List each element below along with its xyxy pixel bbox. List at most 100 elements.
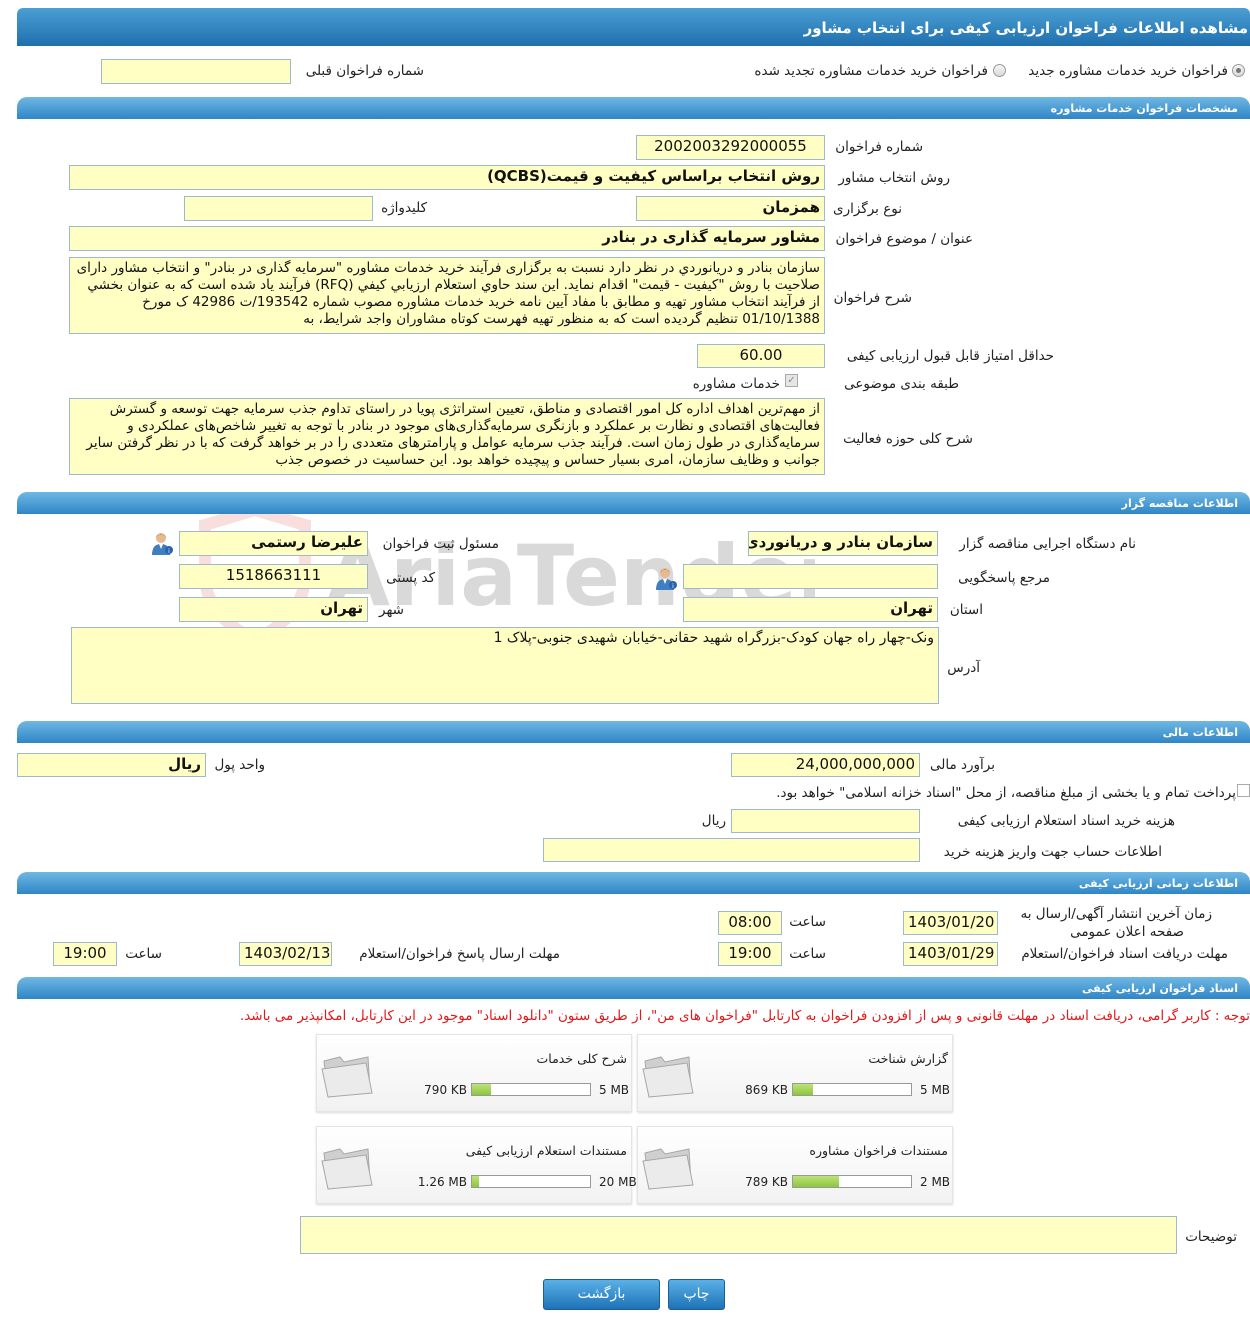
category-checkbox-label: خدمات مشاوره <box>692 376 780 392</box>
section-header-tenderer: اطلاعات مناقصه گزار <box>17 492 1250 514</box>
city-field[interactable]: تهران <box>179 597 368 622</box>
publish-time-field[interactable]: 08:00 <box>718 911 782 935</box>
call-number-field[interactable]: 2002003292000055 <box>636 135 825 160</box>
prev-call-number-label: شماره فراخوان قبلی <box>305 63 424 79</box>
prev-call-number-field[interactable] <box>101 59 291 84</box>
org-label: نام دستگاه اجرایی مناقصه گزار <box>959 536 1136 552</box>
postal-code-label: کد پستی <box>386 570 435 586</box>
folder-icon <box>642 1056 694 1098</box>
registrar-label: مسئول ثبت فراخوان <box>382 536 499 552</box>
description-label: شرح فراخوان <box>833 290 912 306</box>
doc-progress-bar <box>471 1083 591 1096</box>
doc-fee-label: هزینه خرید اسناد استعلام ارزیابی کیفی <box>957 813 1175 829</box>
reference-user-icon[interactable]: i <box>654 566 678 590</box>
radio-renewed-call[interactable] <box>993 64 1006 77</box>
folder-icon <box>321 1148 373 1190</box>
reply-time-field[interactable]: 19:00 <box>53 942 117 966</box>
section-header-documents: اسناد فراخوان ارزیابی کیفی <box>17 977 1250 999</box>
activity-label: شرح کلی حوزه فعالیت <box>843 431 973 447</box>
print-button[interactable]: چاپ <box>668 1279 725 1310</box>
estimate-label: برآورد مالی <box>929 757 995 773</box>
folder-icon <box>642 1148 694 1190</box>
publish-label-line1: زمان آخرین انتشار آگهی/ارسال به <box>1020 906 1212 922</box>
receive-time-field[interactable]: 19:00 <box>718 942 782 966</box>
city-label: شهر <box>379 602 404 618</box>
estimate-field[interactable]: 24,000,000,000 <box>731 753 920 777</box>
holding-type-label: نوع برگزاری <box>833 201 902 217</box>
province-label: استان <box>949 602 983 618</box>
doc-item[interactable]: گزارش شناخت 5 MB 869 KB <box>637 1034 953 1112</box>
doc-file-size: 1.26 MB <box>417 1175 467 1189</box>
activity-field[interactable]: از مهم‌ترین اهداف اداره کل امور اقتصادی … <box>69 398 825 475</box>
treasury-text: پرداخت تمام و یا بخشی از مبلغ مناقصه، از… <box>776 785 1236 801</box>
doc-fee-field[interactable] <box>731 809 920 833</box>
doc-max-size: 5 MB <box>920 1083 951 1097</box>
reply-deadline-label: مهلت ارسال پاسخ فراخوان/استعلام <box>359 946 560 962</box>
reply-time-label: ساعت <box>125 946 162 962</box>
download-notice: توجه : کاربر گرامی، دریافت اسناد در مهلت… <box>239 1008 1250 1024</box>
selection-method-field[interactable]: روش انتخاب براساس کیفیت و قیمت(QCBS) <box>69 165 825 190</box>
selection-method-label: روش انتخاب مشاور <box>838 170 950 186</box>
section-header-specs: مشخصات فراخوان خدمات مشاوره <box>17 97 1250 119</box>
category-checkbox[interactable]: ✓ <box>785 374 798 387</box>
registrar-user-icon[interactable]: i <box>150 531 174 555</box>
publish-time-label: ساعت <box>789 914 826 930</box>
doc-max-size: 2 MB <box>920 1175 951 1189</box>
doc-fee-unit: ریال <box>701 813 726 829</box>
receive-deadline-label: مهلت دریافت اسناد فراخوان/استعلام <box>1021 946 1228 962</box>
radio-new-call-label: فراخوان خرید خدمات مشاوره جدید <box>1028 63 1228 79</box>
doc-item[interactable]: شرح کلی خدمات 5 MB 790 KB <box>316 1034 632 1112</box>
receive-date-field[interactable]: 1403/01/29 <box>903 942 998 966</box>
holding-type-field[interactable]: همزمان <box>636 196 825 221</box>
account-field[interactable] <box>543 838 920 862</box>
section-header-timing: اطلاعات زمانی ارزیابی کیفی <box>17 872 1250 894</box>
notes-label: توضیحات <box>1185 1229 1237 1245</box>
reference-field[interactable] <box>683 564 938 589</box>
treasury-checkbox[interactable] <box>1237 784 1250 797</box>
notes-field[interactable] <box>300 1216 1177 1254</box>
call-number-label: شماره فراخوان <box>835 139 923 155</box>
currency-label: واحد پول <box>214 757 265 773</box>
org-field[interactable]: سازمان بنادر و دریانوردی <box>748 531 938 556</box>
doc-file-size: 790 KB <box>424 1083 467 1097</box>
radio-new-call[interactable] <box>1232 64 1245 77</box>
doc-max-size: 5 MB <box>599 1083 630 1097</box>
doc-title: گزارش شناخت <box>868 1051 948 1066</box>
doc-progress-bar <box>792 1175 912 1188</box>
account-label: اطلاعات حساب جهت واریز هزینه خرید <box>943 844 1162 860</box>
doc-file-size: 789 KB <box>745 1175 788 1189</box>
category-label: طبقه بندی موضوعی <box>844 376 959 392</box>
keyword-field[interactable] <box>184 196 373 221</box>
section-header-financial: اطلاعات مالی <box>17 721 1250 743</box>
doc-title: مستندات استعلام ارزیابی کیفی <box>465 1143 627 1158</box>
doc-item[interactable]: مستندات فراخوان مشاوره 2 MB 789 KB <box>637 1126 953 1204</box>
keyword-label: کلیدواژه <box>381 200 427 216</box>
subject-label: عنوان / موضوع فراخوان <box>835 231 973 247</box>
address-label: آدرس <box>947 660 980 676</box>
receive-time-label: ساعت <box>789 946 826 962</box>
registrar-field[interactable]: علیرضا رستمی <box>179 531 368 556</box>
back-button[interactable]: بازگشت <box>543 1279 660 1310</box>
doc-title: مستندات فراخوان مشاوره <box>809 1143 948 1158</box>
doc-max-size: 20 MB <box>599 1175 637 1189</box>
publish-date-field[interactable]: 1403/01/20 <box>903 911 998 935</box>
min-score-field[interactable]: 60.00 <box>697 344 825 368</box>
publish-label-line2: صفحه اعلان عمومی <box>1070 924 1184 940</box>
province-field[interactable]: تهران <box>683 597 938 622</box>
doc-title: شرح کلی خدمات <box>536 1051 627 1066</box>
doc-item[interactable]: مستندات استعلام ارزیابی کیفی 20 MB 1.26 … <box>316 1126 637 1204</box>
subject-field[interactable]: مشاور سرمایه گذاری در بنادر <box>69 226 825 251</box>
doc-progress-bar <box>792 1083 912 1096</box>
reply-date-field[interactable]: 1403/02/13 <box>239 942 332 966</box>
folder-icon <box>321 1056 373 1098</box>
postal-code-field[interactable]: 1518663111 <box>179 564 368 589</box>
description-field[interactable]: سازمان بنادر و دريانوردي در نظر دارد نسب… <box>69 257 825 334</box>
address-field[interactable]: ونک-چهار راه جهان کودک-بزرگراه شهید حقان… <box>71 627 939 704</box>
radio-renewed-call-label: فراخوان خرید خدمات مشاوره تجدید شده <box>754 63 988 79</box>
doc-file-size: 869 KB <box>745 1083 788 1097</box>
min-score-label: حداقل امتیاز قابل قبول ارزیابی کیفی <box>846 348 1054 364</box>
reference-label: مرجع پاسخگویی <box>958 570 1050 586</box>
doc-progress-bar <box>471 1175 591 1188</box>
page-title: مشاهده اطلاعات فراخوان ارزیابی کیفی برای… <box>17 8 1250 46</box>
currency-field[interactable]: ریال <box>17 753 206 777</box>
